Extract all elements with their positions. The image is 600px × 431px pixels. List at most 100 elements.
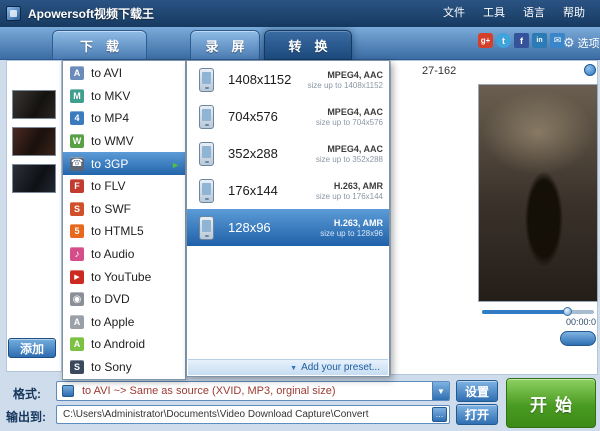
format-menu-item-label: to DVD (91, 292, 130, 306)
add-file-button[interactable]: 添加 (8, 338, 56, 358)
format-menu-item-apple[interactable]: to Apple (63, 311, 185, 334)
output-path-field[interactable]: C:\Users\Administrator\Documents\Video D… (56, 405, 450, 424)
flv-icon (70, 179, 84, 193)
preset-codec: H.263, AMR (316, 181, 383, 191)
sony-icon (70, 360, 84, 374)
apple-icon (70, 315, 84, 329)
format-menu-item-label: to Audio (91, 247, 134, 261)
format-menu-item-label: to Sony (91, 360, 132, 374)
dropdown-arrow-icon[interactable] (432, 382, 449, 400)
format-menu-item-dvd[interactable]: to DVD (63, 288, 185, 311)
format-menu-item-flv[interactable]: to FLV (63, 175, 185, 198)
options-button[interactable]: 选项 (563, 35, 600, 51)
menu-tools[interactable]: 工具 (474, 0, 514, 27)
preset-size-hint: size up to 704x576 (316, 118, 383, 127)
linkedin-icon[interactable] (532, 33, 547, 48)
app-window: Apowersoft视频下载王 文件 工具 语言 帮助 下载 录屏 转换 选项 … (0, 0, 600, 431)
format-menu-item-swf[interactable]: to SWF (63, 198, 185, 221)
browse-folder-button[interactable] (432, 407, 447, 422)
twitter-icon[interactable] (496, 33, 511, 48)
phone-icon (199, 105, 214, 129)
format-menu-item-mp4[interactable]: to MP4 (63, 107, 185, 130)
preset-codec: MPEG4, AAC (308, 70, 383, 80)
format-menu-item-youtube[interactable]: to YouTube (63, 265, 185, 288)
options-label: 选项 (578, 35, 600, 51)
format-menu-item-sony[interactable]: to Sony (63, 356, 185, 379)
format-menu-item-html5[interactable]: to HTML5 (63, 220, 185, 243)
format-menu-item-label: to MP4 (91, 111, 129, 125)
format-menu-item-label: to WMV (91, 134, 134, 148)
output-label: 输出到: (6, 408, 46, 425)
video-thumbnail[interactable] (12, 164, 56, 193)
preset-row[interactable]: 704x576 MPEG4, AAC size up to 704x576 (187, 98, 389, 135)
tab-record[interactable]: 录屏 (190, 30, 260, 60)
start-button[interactable]: 开始 (506, 378, 596, 428)
preset-resolution: 176x144 (228, 183, 278, 198)
menubar: 文件 工具 语言 帮助 (434, 0, 600, 27)
android-icon (70, 337, 84, 351)
googleplus-icon[interactable] (478, 33, 493, 48)
tab-convert[interactable]: 转换 (264, 30, 352, 60)
preset-codec: MPEG4, AAC (316, 107, 383, 117)
app-title: Apowersoft视频下载王 (28, 5, 154, 22)
add-preset-label: Add your preset... (301, 362, 380, 373)
format-menu-item-label: to FLV (91, 179, 125, 193)
preset-codec: MPEG4, AAC (316, 144, 383, 154)
format-menu-item-label: to HTML5 (91, 224, 144, 238)
player-control-button[interactable] (560, 331, 596, 346)
tab-download[interactable]: 下载 (52, 30, 147, 60)
swf-icon (70, 202, 84, 216)
preset-size-hint: size up to 352x288 (316, 155, 383, 164)
format-menu-item-label: to YouTube (91, 270, 151, 284)
preset-size-hint: size up to 128x96 (320, 229, 383, 238)
format-menu-item-avi[interactable]: to AVI (63, 62, 185, 85)
preset-resolution: 704x576 (228, 109, 278, 124)
facebook-icon[interactable] (514, 33, 529, 48)
preset-row[interactable]: 352x288 MPEG4, AAC size up to 352x288 (187, 135, 389, 172)
preset-row[interactable]: 1408x1152 MPEG4, AAC size up to 1408x115… (187, 61, 389, 98)
format-menu-item-android[interactable]: to Android (63, 333, 185, 356)
preset-resolution: 128x96 (228, 220, 271, 235)
info-icon[interactable] (584, 64, 596, 76)
video-thumbnail[interactable] (12, 127, 56, 156)
social-links (478, 33, 565, 48)
format-file-icon (62, 385, 74, 397)
seek-progress (482, 310, 565, 314)
format-menu-item-label: to SWF (91, 202, 131, 216)
format-menu-item-label: to AVI (91, 66, 122, 80)
gear-icon (563, 35, 575, 51)
wmv-icon (70, 134, 84, 148)
menu-file[interactable]: 文件 (434, 0, 474, 27)
settings-button[interactable]: 设置 (456, 380, 498, 402)
seek-bar[interactable] (482, 310, 594, 314)
format-menu-item-audio[interactable]: to Audio (63, 243, 185, 266)
titlebar: Apowersoft视频下载王 文件 工具 语言 帮助 (0, 0, 600, 27)
avi-icon (70, 66, 84, 80)
format-menu-item-wmv[interactable]: to WMV (63, 130, 185, 153)
format-menu-item-label: to Android (91, 337, 145, 351)
open-folder-button[interactable]: 打开 (456, 404, 498, 425)
phone-icon (199, 142, 214, 166)
preset-row[interactable]: 176x144 H.263, AMR size up to 176x144 (187, 172, 389, 209)
playback-time: 00:00:0 (538, 317, 596, 327)
format-select-dropdown[interactable]: to AVI ~> Same as source (XVID, MP3, org… (56, 381, 450, 401)
preset-size-hint: size up to 176x144 (316, 192, 383, 201)
format-menu-item-3gp[interactable]: to 3GP (63, 152, 185, 175)
video-thumbnail[interactable] (12, 90, 56, 119)
format-menu-item-label: to Apple (91, 315, 134, 329)
preset-size-hint: size up to 1408x1152 (308, 81, 383, 90)
video-preview-image (478, 84, 598, 302)
add-preset-link[interactable]: Add your preset... (188, 359, 388, 375)
seek-handle[interactable] (563, 307, 572, 316)
format-menu-item-mkv[interactable]: to MKV (63, 85, 185, 108)
filename-fragment: 27-162 (422, 65, 456, 77)
submenu-arrow-icon (171, 157, 180, 171)
menu-help[interactable]: 帮助 (554, 0, 594, 27)
preset-row-selected[interactable]: 128x96 H.263, AMR size up to 128x96 (187, 209, 389, 246)
format-menu: to AVI to MKV to MP4 to WMV to 3GP to FL… (62, 60, 186, 380)
preset-resolution: 1408x1152 (228, 72, 291, 87)
format-select-value: to AVI ~> Same as source (XVID, MP3, org… (82, 385, 336, 397)
phone-icon (199, 216, 214, 240)
mkv-icon (70, 89, 84, 103)
menu-language[interactable]: 语言 (514, 0, 554, 27)
